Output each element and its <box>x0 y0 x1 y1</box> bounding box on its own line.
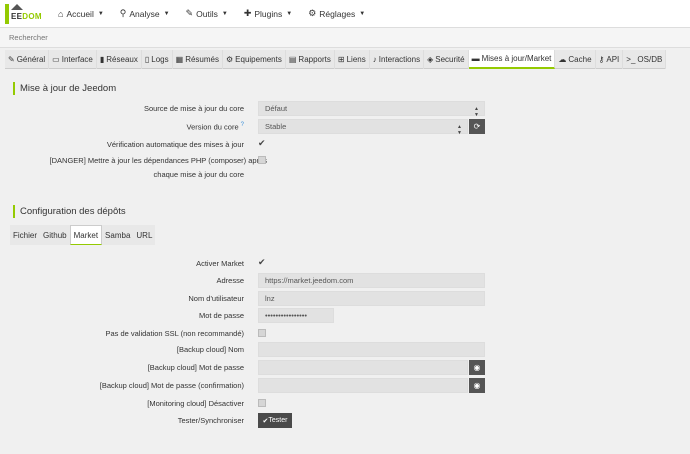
backup-name-label: [Backup cloud] Nom <box>176 345 244 354</box>
tab-rapports[interactable]: ▤ Rapports <box>286 50 335 69</box>
tab-cache[interactable]: ☁ Cache <box>555 50 596 69</box>
show-backup-password-button[interactable]: ◉ <box>469 360 485 375</box>
puzzle-icon: ✚ <box>243 8 252 18</box>
tab-equipements[interactable]: ⚙ Equipements <box>223 50 286 69</box>
caret-down-icon: ▼ <box>286 10 293 17</box>
depots-section-title: Configuration des dépôts <box>13 205 126 218</box>
search-bar <box>0 28 690 48</box>
table-icon: ▦ <box>175 55 184 64</box>
address-input[interactable]: https://market.jeedom.com <box>258 273 485 288</box>
help-icon[interactable]: ? <box>241 122 244 128</box>
tab-interface[interactable]: ▭ Interface <box>49 50 97 69</box>
nav-outils[interactable]: ✎ Outils ▼ <box>178 0 236 28</box>
wrench-icon: ✎ <box>185 8 194 18</box>
wrench-icon: ✎ <box>8 55 15 64</box>
tab-api[interactable]: ⚷ API <box>596 50 624 69</box>
tab-reseaux[interactable]: ▮ Réseaux <box>97 50 142 69</box>
version-select[interactable]: Stable ▲ ▼ <box>258 119 468 136</box>
monitoring-label: [Monitoring cloud] Désactiver <box>147 399 244 408</box>
caret-down-icon: ▼ <box>97 10 104 17</box>
eye-icon: ◉ <box>473 363 481 372</box>
signal-icon: ▮ <box>99 55 105 64</box>
file-icon: ▯ <box>144 55 150 64</box>
caret-down-icon: ▼ <box>359 10 366 17</box>
sitemap-icon: ⊞ <box>337 55 345 64</box>
eye-icon: ◉ <box>473 381 481 390</box>
backup-password-input[interactable] <box>258 360 468 375</box>
home-icon: ⌂ <box>58 8 64 19</box>
source-label: Source de mise à jour du core <box>143 104 244 113</box>
terminal-icon: >_ <box>626 55 636 64</box>
password-label: Mot de passe <box>198 311 244 320</box>
chevron-down-icon: ▲ ▼ <box>474 106 479 118</box>
refresh-version-button[interactable]: ⟳ <box>469 119 485 134</box>
password-input[interactable]: •••••••••••••••• <box>258 308 334 323</box>
version-label: Version du core? <box>186 122 244 132</box>
backup-password-label: [Backup cloud] Mot de passe <box>147 363 244 372</box>
danger-label-line1: [DANGER] Mettre à jour les dépendances P… <box>49 156 267 165</box>
caret-down-icon: ▼ <box>221 10 228 17</box>
source-select[interactable]: Défaut ▲ ▼ <box>258 101 485 118</box>
subtab-url[interactable]: URL <box>133 225 155 245</box>
update-section-title: Mise à jour de Jeedom <box>13 82 116 95</box>
analysis-icon: ⚲ <box>119 8 127 18</box>
address-label: Adresse <box>216 276 244 285</box>
tab-securite[interactable]: ◈ Securité <box>424 50 469 69</box>
print-icon: ▤ <box>288 55 297 64</box>
tab-resumes[interactable]: ▦ Résumés <box>173 50 223 69</box>
subtab-github[interactable]: Github <box>40 225 70 245</box>
monitoring-checkbox[interactable] <box>258 399 266 407</box>
refresh-icon: ⟳ <box>473 122 481 131</box>
tab-logs[interactable]: ▯ Logs <box>142 50 173 69</box>
ssl-label: Pas de validation SSL (non recommandé) <box>105 329 244 338</box>
subtab-fichier[interactable]: Fichier <box>10 225 40 245</box>
backup-name-input[interactable] <box>258 342 485 357</box>
nav-reglages[interactable]: ⚙ Réglages ▼ <box>300 0 373 28</box>
cloud-icon: ☁ <box>558 55 567 64</box>
tab-general[interactable]: ✎ Général <box>5 50 50 69</box>
auto-check-checkbox[interactable]: ✔ <box>258 138 266 149</box>
depot-subtabs: Fichier Github Market Samba URL <box>10 225 156 245</box>
tab-liens[interactable]: ⊞ Liens <box>335 50 370 69</box>
nav-accueil[interactable]: ⌂ Accueil ▼ <box>50 0 112 28</box>
show-backup-password-confirm-button[interactable]: ◉ <box>469 378 485 393</box>
laptop-icon: ▭ <box>52 55 60 64</box>
backup-password-confirm-input[interactable] <box>258 378 468 393</box>
backup-password-confirm-label: [Backup cloud] Mot de passe (confirmatio… <box>99 381 244 390</box>
tab-os-db[interactable]: >_ OS/DB <box>623 50 667 69</box>
subtab-samba[interactable]: Samba <box>102 225 133 245</box>
caret-down-icon: ▼ <box>163 10 170 17</box>
test-sync-label: Tester/Synchroniser <box>177 416 244 425</box>
danger-composer-checkbox[interactable] <box>258 156 266 164</box>
test-button[interactable]: ✔ Tester <box>258 413 292 428</box>
config-tabs: ✎ Général ▭ Interface ▮ Réseaux ▯ Logs ▦ Résu… <box>5 50 667 69</box>
cog-icon: ⚙ <box>225 55 234 64</box>
username-label: Nom d'utilisateur <box>188 294 244 303</box>
top-navbar: EEDOM ⌂ Accueil ▼ ⚲ Analyse ▼ ✎ Outils ▼ ✚ Plug… <box>0 0 690 28</box>
ssl-checkbox[interactable] <box>258 329 266 337</box>
nav-analyse[interactable]: ⚲ Analyse ▼ <box>112 0 178 28</box>
username-input[interactable]: lnz <box>258 291 485 306</box>
gear-icon: ⚙ <box>308 8 317 18</box>
danger-label-line2: chaque mise à jour du core <box>153 170 244 179</box>
key-icon: ⚷ <box>598 55 605 64</box>
mic-icon: ♪ <box>372 55 377 64</box>
credit-card-icon: ▬ <box>471 54 480 63</box>
search-input[interactable] <box>9 33 309 42</box>
chevron-down-icon: ▲ ▼ <box>457 124 462 136</box>
tab-mises-a-jour-market[interactable]: ▬ Mises à jour/Market <box>468 50 556 69</box>
subtab-market[interactable]: Market <box>69 225 103 245</box>
activate-market-checkbox[interactable]: ✔ <box>258 257 266 268</box>
tab-interactions[interactable]: ♪ Interactions <box>370 50 425 69</box>
auto-check-label: Vérification automatique des mises à jou… <box>106 140 244 149</box>
nav-plugins[interactable]: ✚ Plugins ▼ <box>236 0 300 28</box>
activate-market-label: Activer Market <box>196 259 244 268</box>
jeedom-logo[interactable]: EEDOM <box>2 0 50 28</box>
shield-icon: ◈ <box>427 55 434 64</box>
